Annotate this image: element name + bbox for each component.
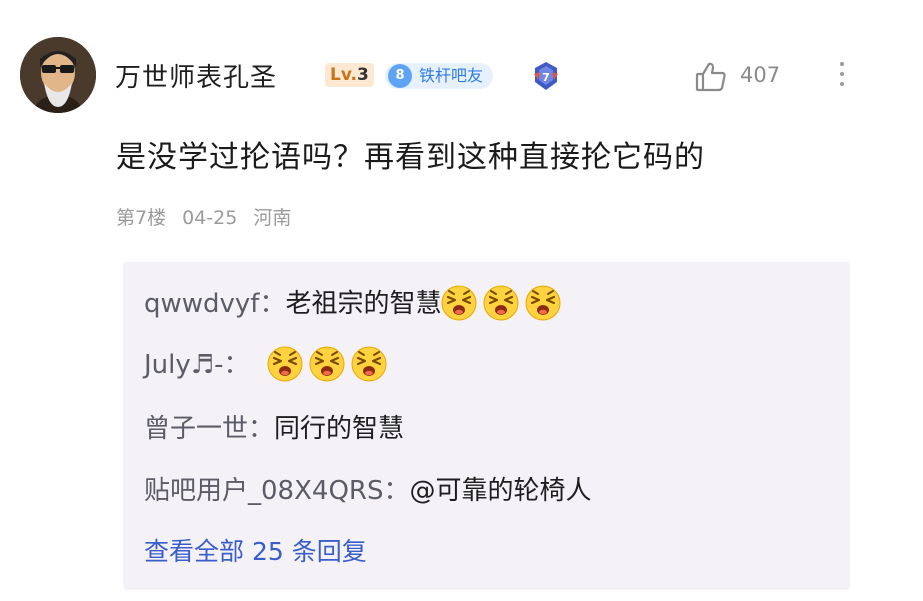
- laughing-emoji-icon: [525, 285, 561, 321]
- reply-text: 老祖宗的智慧: [285, 289, 442, 319]
- reply-item[interactable]: July♬-：: [144, 344, 393, 382]
- emoji-group: [441, 285, 567, 321]
- reply-item[interactable]: 曾子一世：同行的智慧: [144, 408, 404, 445]
- more-vertical-icon[interactable]: [836, 58, 848, 94]
- laughing-emoji-icon: [267, 346, 303, 382]
- reply-username[interactable]: 贴吧用户_08X4QRS：: [144, 476, 409, 506]
- reply-username[interactable]: qwwdvyf：: [144, 289, 285, 319]
- reply-text: @可靠的轮椅人: [409, 476, 592, 506]
- reply-username[interactable]: July♬-：: [144, 350, 249, 380]
- tieba-badge-number: 8: [388, 64, 412, 88]
- laughing-emoji-icon: [483, 285, 519, 321]
- view-all-replies-link[interactable]: 查看全部 25 条回复: [144, 532, 367, 568]
- post-date: 04-25: [182, 207, 238, 229]
- reply-item[interactable]: qwwdvyf：老祖宗的智慧: [144, 283, 567, 321]
- laughing-emoji-icon: [351, 346, 387, 382]
- svg-text:7: 7: [542, 71, 550, 84]
- laughing-emoji-icon: [309, 346, 345, 382]
- thumbs-up-icon[interactable]: [694, 60, 728, 94]
- avatar[interactable]: [20, 37, 96, 113]
- post-meta: 第7楼 04-25 河南: [116, 203, 307, 230]
- level-number: 3: [357, 65, 369, 85]
- post-location: 河南: [253, 207, 292, 229]
- reply-text: 同行的智慧: [274, 414, 405, 444]
- avatar-icon: [20, 37, 96, 113]
- medal-icon: 7: [530, 60, 562, 92]
- post-content: 是没学过抡语吗？再看到这种直接抡它码的: [116, 140, 705, 175]
- emoji-group: [267, 346, 393, 382]
- like-count: 407: [740, 63, 781, 87]
- level-badge: Lv.3: [325, 63, 374, 87]
- floor-number: 第7楼: [116, 207, 167, 229]
- reply-username[interactable]: 曾子一世：: [144, 414, 274, 444]
- laughing-emoji-icon: [441, 285, 477, 321]
- reply-item[interactable]: 贴吧用户_08X4QRS：@可靠的轮椅人: [144, 470, 592, 507]
- level-prefix: Lv.: [330, 65, 357, 85]
- tieba-badge-label: 铁杆吧友: [419, 66, 484, 85]
- tieba-fan-badge: 8 铁杆吧友: [385, 63, 494, 89]
- username[interactable]: 万世师表孔圣: [115, 57, 277, 94]
